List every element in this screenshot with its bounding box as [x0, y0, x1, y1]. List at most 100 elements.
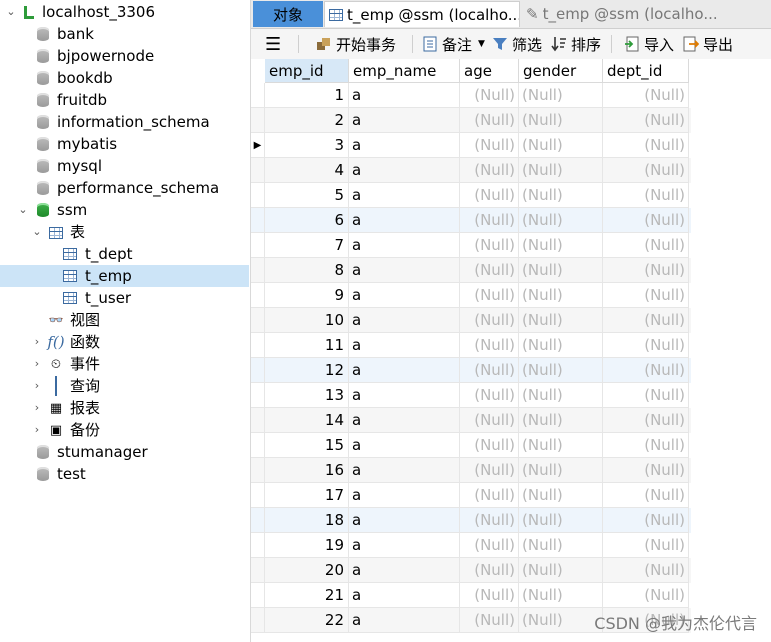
- cell-age[interactable]: (Null): [460, 133, 519, 158]
- cell-emp-name[interactable]: a: [349, 333, 460, 358]
- cell-age[interactable]: (Null): [460, 608, 519, 633]
- cell-dept-id[interactable]: (Null): [603, 308, 689, 333]
- column-header-emp-name[interactable]: emp_name: [349, 59, 460, 83]
- db-node-ssm[interactable]: ⌄ ssm: [0, 199, 249, 221]
- table-row[interactable]: ▶ 3 a (Null) (Null) (Null): [251, 133, 691, 158]
- cell-gender[interactable]: (Null): [519, 258, 603, 283]
- cell-dept-id[interactable]: (Null): [603, 158, 689, 183]
- table-row[interactable]: 5 a (Null) (Null) (Null): [251, 183, 691, 208]
- cell-emp-id[interactable]: 4: [265, 158, 349, 183]
- row-indicator[interactable]: [251, 108, 265, 133]
- cell-gender[interactable]: (Null): [519, 358, 603, 383]
- cell-age[interactable]: (Null): [460, 283, 519, 308]
- cell-gender[interactable]: (Null): [519, 533, 603, 558]
- row-indicator[interactable]: [251, 458, 265, 483]
- cell-emp-id[interactable]: 14: [265, 408, 349, 433]
- table-row[interactable]: 10 a (Null) (Null) (Null): [251, 308, 691, 333]
- cell-gender[interactable]: (Null): [519, 558, 603, 583]
- cell-emp-name[interactable]: a: [349, 558, 460, 583]
- table-row[interactable]: 6 a (Null) (Null) (Null): [251, 208, 691, 233]
- cell-age[interactable]: (Null): [460, 408, 519, 433]
- cell-dept-id[interactable]: (Null): [603, 283, 689, 308]
- cell-emp-name[interactable]: a: [349, 408, 460, 433]
- cell-gender[interactable]: (Null): [519, 83, 603, 108]
- cell-age[interactable]: (Null): [460, 583, 519, 608]
- cell-emp-id[interactable]: 17: [265, 483, 349, 508]
- cell-emp-id[interactable]: 13: [265, 383, 349, 408]
- row-indicator[interactable]: [251, 208, 265, 233]
- cell-emp-id[interactable]: 1: [265, 83, 349, 108]
- table-node[interactable]: t_user: [0, 287, 249, 309]
- cell-emp-id[interactable]: 2: [265, 108, 349, 133]
- cell-age[interactable]: (Null): [460, 383, 519, 408]
- cell-age[interactable]: (Null): [460, 483, 519, 508]
- cell-age[interactable]: (Null): [460, 508, 519, 533]
- dropdown-arrow-icon[interactable]: ▼: [478, 39, 485, 49]
- cell-gender[interactable]: (Null): [519, 308, 603, 333]
- row-indicator[interactable]: [251, 233, 265, 258]
- tree-node[interactable]: › ▣ 备份: [0, 419, 249, 441]
- cell-age[interactable]: (Null): [460, 208, 519, 233]
- cell-gender[interactable]: (Null): [519, 608, 603, 633]
- cell-age[interactable]: (Null): [460, 258, 519, 283]
- cell-dept-id[interactable]: (Null): [603, 208, 689, 233]
- table-row[interactable]: 15 a (Null) (Null) (Null): [251, 433, 691, 458]
- cell-gender[interactable]: (Null): [519, 158, 603, 183]
- cell-dept-id[interactable]: (Null): [603, 383, 689, 408]
- cell-dept-id[interactable]: (Null): [603, 133, 689, 158]
- tree-node[interactable]: › ▦ 报表: [0, 397, 249, 419]
- cell-emp-name[interactable]: a: [349, 108, 460, 133]
- tables-node[interactable]: ⌄ 表: [0, 221, 249, 243]
- cell-emp-name[interactable]: a: [349, 258, 460, 283]
- cell-emp-id[interactable]: 18: [265, 508, 349, 533]
- table-row[interactable]: 11 a (Null) (Null) (Null): [251, 333, 691, 358]
- chevron-right-icon[interactable]: ›: [32, 358, 42, 369]
- cell-emp-name[interactable]: a: [349, 458, 460, 483]
- chevron-down-icon[interactable]: ⌄: [32, 226, 42, 237]
- cell-emp-name[interactable]: a: [349, 583, 460, 608]
- table-node[interactable]: t_dept: [0, 243, 249, 265]
- tab-objects[interactable]: 对象: [253, 1, 323, 27]
- db-node[interactable]: mysql: [0, 155, 249, 177]
- cell-gender[interactable]: (Null): [519, 233, 603, 258]
- cell-gender[interactable]: (Null): [519, 208, 603, 233]
- row-indicator[interactable]: [251, 333, 265, 358]
- cell-dept-id[interactable]: (Null): [603, 258, 689, 283]
- cell-emp-id[interactable]: 11: [265, 333, 349, 358]
- cell-age[interactable]: (Null): [460, 108, 519, 133]
- cell-age[interactable]: (Null): [460, 183, 519, 208]
- db-node[interactable]: performance_schema: [0, 177, 249, 199]
- cell-emp-id[interactable]: 19: [265, 533, 349, 558]
- cell-age[interactable]: (Null): [460, 333, 519, 358]
- cell-dept-id[interactable]: (Null): [603, 333, 689, 358]
- cell-gender[interactable]: (Null): [519, 583, 603, 608]
- cell-dept-id[interactable]: (Null): [603, 183, 689, 208]
- cell-emp-id[interactable]: 15: [265, 433, 349, 458]
- db-node[interactable]: fruitdb: [0, 89, 249, 111]
- cell-emp-id[interactable]: 12: [265, 358, 349, 383]
- row-indicator[interactable]: [251, 283, 265, 308]
- table-row[interactable]: 7 a (Null) (Null) (Null): [251, 233, 691, 258]
- tree-node[interactable]: › f() 函数: [0, 331, 249, 353]
- menu-icon[interactable]: ☰: [265, 29, 281, 59]
- cell-age[interactable]: (Null): [460, 433, 519, 458]
- row-indicator[interactable]: [251, 533, 265, 558]
- cell-emp-name[interactable]: a: [349, 283, 460, 308]
- row-indicator[interactable]: [251, 483, 265, 508]
- row-indicator[interactable]: [251, 83, 265, 108]
- cell-emp-name[interactable]: a: [349, 433, 460, 458]
- table-row[interactable]: 20 a (Null) (Null) (Null): [251, 558, 691, 583]
- cell-emp-name[interactable]: a: [349, 308, 460, 333]
- table-row[interactable]: 18 a (Null) (Null) (Null): [251, 508, 691, 533]
- table-row[interactable]: 13 a (Null) (Null) (Null): [251, 383, 691, 408]
- cell-emp-id[interactable]: 5: [265, 183, 349, 208]
- cell-gender[interactable]: (Null): [519, 408, 603, 433]
- cell-dept-id[interactable]: (Null): [603, 558, 689, 583]
- filter-button[interactable]: 筛选: [492, 29, 542, 59]
- cell-age[interactable]: (Null): [460, 83, 519, 108]
- cell-dept-id[interactable]: (Null): [603, 83, 689, 108]
- cell-emp-id[interactable]: 7: [265, 233, 349, 258]
- tab-t-emp-active[interactable]: t_emp @ssm (localho...: [324, 1, 520, 27]
- cell-gender[interactable]: (Null): [519, 133, 603, 158]
- cell-age[interactable]: (Null): [460, 233, 519, 258]
